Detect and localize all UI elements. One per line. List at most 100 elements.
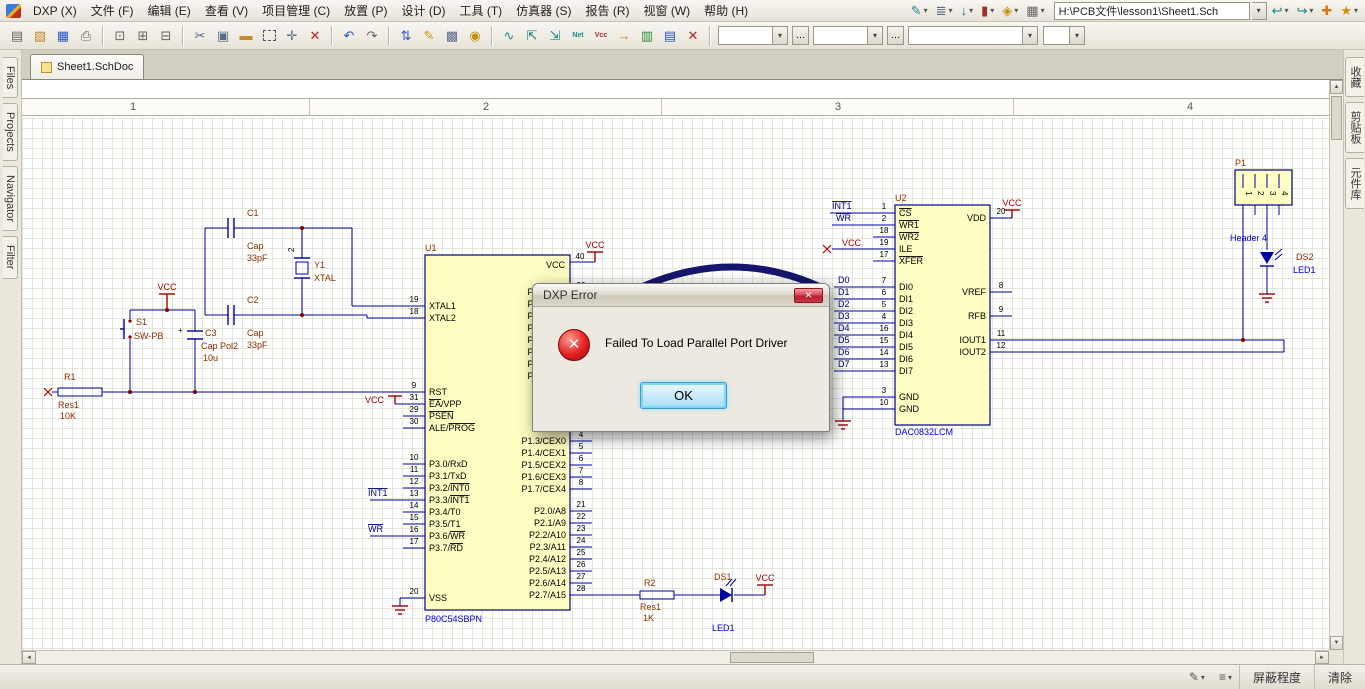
new-document-button[interactable]: ▤ (6, 25, 28, 47)
utilities-tool-button[interactable]: ≣ (933, 1, 956, 21)
panel-tab-favorites[interactable]: 收藏 (1345, 57, 1364, 97)
undo-button[interactable]: ↶ (338, 25, 360, 47)
menu-file[interactable]: 文件 (F) (84, 0, 141, 21)
place-port-button[interactable]: → (613, 25, 635, 47)
component-r1[interactable]: R1 Res1 10K (44, 372, 102, 421)
annotate-button[interactable]: ✎ (418, 25, 440, 47)
menu-view[interactable]: 查看 (V) (198, 0, 255, 21)
cut-button[interactable]: ✂ (189, 25, 211, 47)
gnd-symbol-u2[interactable] (835, 421, 851, 429)
alignment-tool-button[interactable]: ↓ (958, 1, 977, 21)
panel-tab-clipboard[interactable]: 剪贴板 (1345, 102, 1364, 153)
nav-back-button[interactable]: ↩ (1269, 1, 1292, 21)
zoom-fit-button[interactable]: ⊡ (109, 25, 131, 47)
component-p1[interactable]: P1 Header 4 1 2 3 4 (1230, 158, 1292, 243)
select-area-button[interactable] (258, 25, 280, 47)
panel-tab-filter[interactable]: Filter (3, 236, 18, 278)
place-wire-button[interactable]: ∿ (498, 25, 520, 47)
horizontal-scrollbar[interactable]: ◄ ► (22, 650, 1329, 664)
component-c3[interactable]: + C3 Cap Pol2 10u (178, 326, 238, 363)
copy-button[interactable]: ▣ (212, 25, 234, 47)
component-ds1[interactable]: DS1 LED1 (712, 572, 736, 633)
configuration-combobox[interactable]: ▾ (813, 26, 883, 45)
menu-dxp[interactable]: DXP (X) (26, 2, 84, 20)
menu-place[interactable]: 放置 (P) (337, 0, 394, 21)
place-sheet-entry-button[interactable]: ▤ (659, 25, 681, 47)
variant-browse-button[interactable]: … (792, 26, 809, 45)
menu-reports[interactable]: 报告 (R) (579, 0, 637, 21)
document-path-combobox[interactable]: H:\PCB文件\lesson1\Sheet1.Sch (1054, 2, 1250, 20)
redo-button[interactable]: ↷ (361, 25, 383, 47)
drawing-tool-button[interactable]: ◈ (999, 1, 1021, 21)
power-port-vcc-u1[interactable]: VCC (585, 240, 605, 262)
menu-help[interactable]: 帮助 (H) (697, 0, 755, 21)
menu-simulator[interactable]: 仿真器 (S) (509, 0, 578, 21)
matrix-button[interactable]: ▩ (441, 25, 463, 47)
menu-window[interactable]: 视窗 (W) (637, 0, 698, 21)
configuration-browse-button[interactable]: … (887, 26, 904, 45)
variant-dropdown[interactable]: ▾ (772, 27, 787, 44)
tab-sheet1-schdoc[interactable]: Sheet1.SchDoc (30, 54, 144, 79)
help-button[interactable]: ◉ (464, 25, 486, 47)
horizontal-scroll-thumb[interactable] (730, 652, 814, 663)
mask-level-button[interactable]: 屏蔽程度 (1239, 665, 1314, 689)
component-s1[interactable]: S1 SW-PB (120, 317, 163, 341)
zoom-area-button[interactable]: ⊞ (132, 25, 154, 47)
target-combobox[interactable]: ▾ (908, 26, 1038, 45)
scale-combobox[interactable]: ▾ (1043, 26, 1085, 45)
favorites-add-button[interactable]: ✚ (1318, 1, 1335, 21)
move-selection-button[interactable]: ✛ (281, 25, 303, 47)
configuration-dropdown[interactable]: ▾ (867, 27, 882, 44)
ok-button[interactable]: OK (640, 382, 727, 409)
wiring-tool-button[interactable]: ✎ (908, 1, 931, 21)
mask-edit-icon[interactable]: ✎ (1182, 665, 1212, 689)
place-net-label-button[interactable]: Net (567, 25, 589, 47)
panel-tab-projects[interactable]: Projects (3, 103, 18, 161)
gnd-symbol-u1[interactable] (392, 606, 408, 614)
menu-edit[interactable]: 编辑 (E) (140, 0, 197, 21)
dialog-close-button[interactable]: ✕ (794, 288, 823, 303)
place-power-port-button[interactable]: Vcc (590, 25, 612, 47)
menu-design[interactable]: 设计 (D) (395, 0, 453, 21)
place-bus-entry-button[interactable]: ⇲ (544, 25, 566, 47)
component-y1[interactable]: 2 Y1 XTAL (287, 247, 336, 283)
save-document-button[interactable]: ▦ (52, 25, 74, 47)
power-source-tool-button[interactable]: ▮ (978, 1, 997, 21)
zoom-selection-button[interactable]: ⊟ (155, 25, 177, 47)
favorites-star-button[interactable]: ★ (1337, 1, 1361, 21)
variant-combobox[interactable]: ▾ (718, 26, 788, 45)
scroll-left-button[interactable]: ◄ (22, 651, 36, 664)
vertical-scrollbar[interactable]: ▲ ▼ (1329, 80, 1343, 650)
component-ds2[interactable]: DS2 LED1 (1260, 249, 1316, 275)
clear-selection-button[interactable]: ✕ (304, 25, 326, 47)
panel-tab-navigator[interactable]: Navigator (3, 166, 18, 231)
gnd-symbol-ds2[interactable] (1259, 294, 1275, 302)
place-sheet-symbol-button[interactable]: ▥ (636, 25, 658, 47)
place-no-erc-button[interactable]: ✕ (682, 25, 704, 47)
panel-tab-files[interactable]: Files (3, 57, 18, 98)
vertical-scroll-thumb[interactable] (1331, 96, 1342, 140)
filter-options-icon[interactable]: ≡ (1212, 665, 1239, 689)
power-port-vcc-s1[interactable]: VCC (157, 282, 177, 310)
scroll-right-button[interactable]: ► (1315, 651, 1329, 664)
target-dropdown[interactable]: ▾ (1022, 27, 1037, 44)
paste-button[interactable]: ▬ (235, 25, 257, 47)
dialog-title-bar[interactable]: DXP Error (533, 284, 829, 307)
open-document-button[interactable]: ▧ (29, 25, 51, 47)
menu-tools[interactable]: 工具 (T) (453, 0, 510, 21)
component-c1[interactable]: C1 Cap 33pF (228, 208, 268, 263)
cross-reference-button[interactable]: ⇅ (395, 25, 417, 47)
document-path-dropdown[interactable]: ▾ (1252, 2, 1267, 20)
component-r2[interactable]: R2 Res1 1K (640, 578, 674, 623)
print-button[interactable]: ⎙ (75, 25, 97, 47)
clear-button[interactable]: 清除 (1314, 665, 1365, 689)
scroll-down-button[interactable]: ▼ (1330, 636, 1343, 650)
scroll-up-button[interactable]: ▲ (1330, 80, 1343, 94)
power-port-vcc-ds1[interactable]: VCC (755, 573, 775, 595)
component-u2[interactable]: U2 DAC0832LCM 1CS 2WR1 18WR2 19ILE 17XFE… (873, 193, 1012, 437)
scale-dropdown[interactable]: ▾ (1069, 27, 1084, 44)
nav-forward-button[interactable]: ↪ (1294, 1, 1317, 21)
menu-project[interactable]: 项目管理 (C) (255, 0, 337, 21)
place-bus-button[interactable]: ⇱ (521, 25, 543, 47)
grid-tool-button[interactable]: ▦ (1023, 1, 1047, 21)
